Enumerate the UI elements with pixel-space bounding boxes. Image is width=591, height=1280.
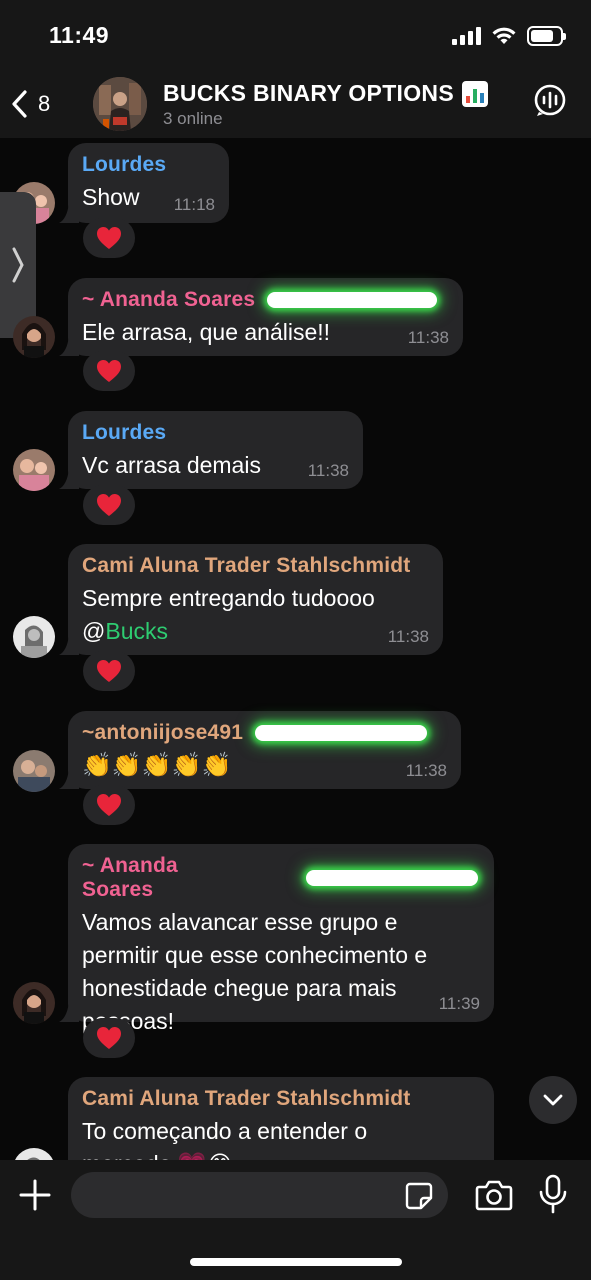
chevron-down-icon — [543, 1094, 563, 1106]
status-icons — [452, 26, 566, 46]
camera-icon[interactable] — [475, 1178, 513, 1212]
message-bubble[interactable]: Cami Aluna Trader Stahlschmidt To começa… — [68, 1077, 494, 1160]
message-bubble[interactable]: ~ Ananda Soares Vamos alavancar esse gru… — [68, 844, 494, 1034]
heart-icon — [97, 1027, 121, 1049]
message-bubble[interactable]: ~ Ananda Soares Ele arrasa, que análise!… — [68, 278, 463, 356]
redacted-phone — [267, 292, 438, 308]
chevron-right-icon — [12, 247, 24, 283]
heart-icon — [97, 227, 121, 249]
message-time: 11:39 — [438, 994, 480, 1013]
sender-name: ~ Ananda Soares — [82, 854, 478, 902]
avatar-ananda[interactable] — [13, 316, 55, 358]
microphone-icon[interactable] — [538, 1174, 568, 1214]
message-time: 11:38 — [307, 461, 349, 480]
group-title: BUCKS BINARY OPTIONS — [163, 80, 488, 107]
redacted-phone — [305, 870, 478, 886]
message-text: 👏👏👏👏👏 — [82, 752, 232, 779]
online-status: 3 online — [163, 109, 223, 128]
chat-area[interactable]: Lourdes Show 11:18 ~ Ananda Soares Ele a… — [0, 138, 591, 1160]
reaction-heart[interactable] — [83, 1018, 135, 1058]
message-time: 11:38 — [407, 328, 449, 347]
message-bubble[interactable]: Lourdes Show 11:18 — [68, 143, 229, 223]
message-bubble[interactable]: ~antoniijose491 👏👏👏👏👏 11:38 — [68, 711, 461, 789]
sender-name: Lourdes — [82, 421, 167, 444]
home-indicator — [190, 1258, 402, 1266]
wifi-icon — [492, 27, 516, 44]
group-avatar-image — [93, 77, 147, 131]
avatar-antonii[interactable] — [13, 750, 55, 792]
sender-name: ~ Ananda Soares — [82, 288, 447, 312]
group-avatar[interactable] — [93, 77, 147, 131]
mention-link[interactable]: Bucks — [105, 618, 168, 644]
reaction-heart[interactable] — [83, 485, 135, 525]
plus-icon[interactable] — [18, 1178, 52, 1212]
scroll-to-bottom-button[interactable] — [529, 1076, 577, 1124]
bar-chart-emoji-icon — [461, 80, 488, 107]
sender-name: Lourdes — [82, 153, 167, 176]
composer-bar — [0, 1160, 591, 1280]
avatar-ananda[interactable] — [13, 982, 55, 1024]
message-bubble[interactable]: Cami Aluna Trader Stahlschmidt Sempre en… — [68, 544, 443, 655]
cellular-signal-icon — [452, 27, 481, 45]
sticker-icon[interactable] — [404, 1181, 434, 1211]
heart-icon — [97, 794, 121, 816]
unread-count: 8 — [38, 91, 51, 116]
reaction-heart[interactable] — [83, 351, 135, 391]
avatar-cami[interactable] — [13, 616, 55, 658]
reaction-heart[interactable] — [83, 218, 135, 258]
status-bar: 11:49 — [0, 0, 591, 72]
avatar-lourdes[interactable] — [13, 449, 55, 491]
message-bubble[interactable]: Lourdes Vc arrasa demais 11:38 — [68, 411, 363, 489]
group-title-wrap[interactable]: BUCKS BINARY OPTIONS 3 online — [163, 80, 488, 129]
redacted-phone — [255, 725, 428, 741]
sender-name: Cami Aluna Trader Stahlschmidt — [82, 1087, 411, 1110]
status-time: 11:49 — [49, 22, 110, 48]
message-input[interactable] — [87, 1172, 387, 1218]
chevron-left-icon — [12, 90, 27, 118]
message-text: Ele arrasa, que análise!! — [82, 319, 331, 345]
message-text: Sempre entregando tudoooo @Bucks — [82, 585, 375, 644]
message-time: 11:38 — [405, 761, 447, 780]
message-text: Vamos alavancar esse grupo e permitir qu… — [82, 909, 428, 1034]
heart-icon — [97, 660, 121, 682]
sender-name: Cami Aluna Trader Stahlschmidt — [82, 554, 411, 577]
message-time: 11:38 — [387, 627, 429, 646]
message-text: To começando a entender o mercado 💗😂 — [82, 1118, 368, 1160]
chat-header: 8 BUCKS BINARY OPTIONS 3 online — [0, 72, 591, 138]
heart-icon — [97, 494, 121, 516]
battery-icon — [527, 26, 566, 46]
avatar-cami[interactable] — [13, 1148, 55, 1160]
sender-name: ~antoniijose491 — [82, 721, 445, 745]
heart-icon — [97, 360, 121, 382]
voice-chat-icon[interactable] — [533, 84, 567, 118]
message-input-box[interactable] — [71, 1172, 448, 1218]
back-button[interactable]: 8 — [10, 82, 50, 126]
reaction-heart[interactable] — [83, 785, 135, 825]
reaction-heart[interactable] — [83, 651, 135, 691]
message-time: 11:18 — [173, 195, 215, 214]
